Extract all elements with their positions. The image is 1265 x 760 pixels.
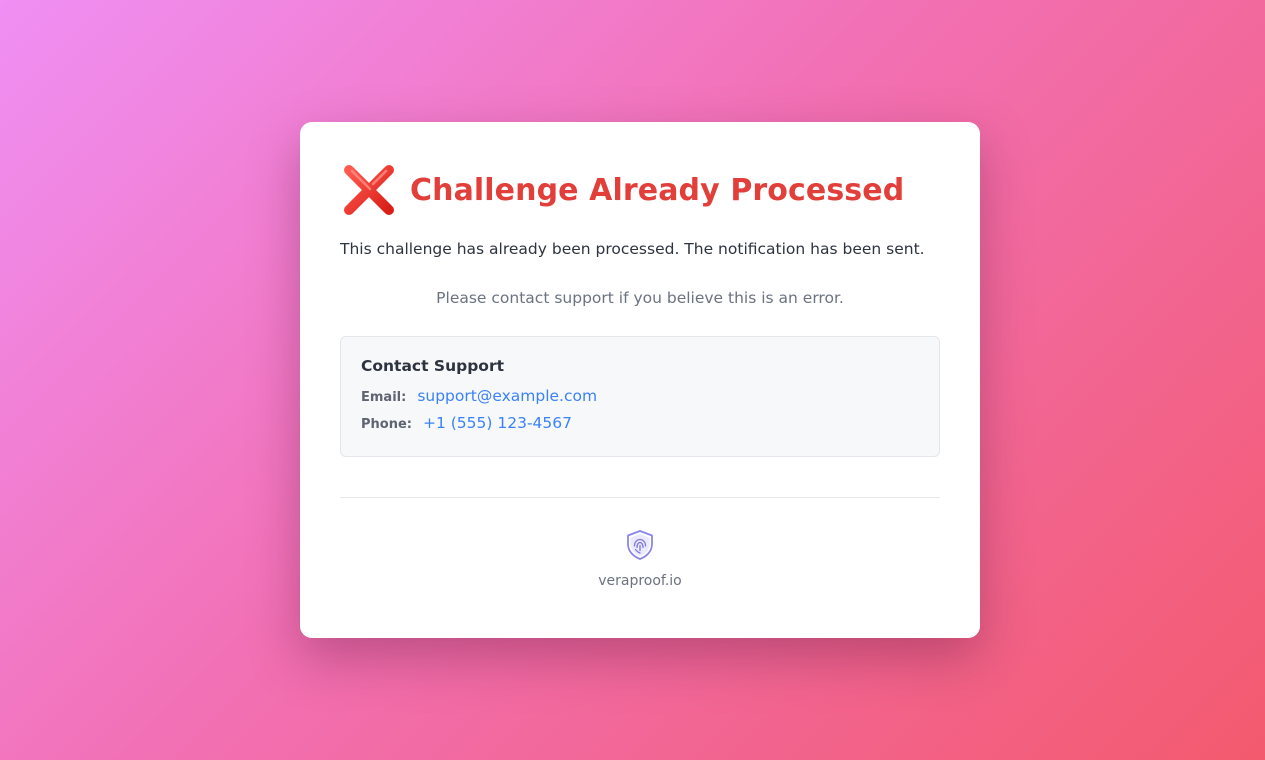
shield-fingerprint-icon <box>627 530 653 560</box>
email-link[interactable]: support@example.com <box>417 387 597 405</box>
phone-label: Phone: <box>361 417 412 432</box>
footer-brand-text: veraproof.io <box>598 573 682 589</box>
support-hint: Please contact support if you believe th… <box>436 289 844 307</box>
title-row: Challenge Already Processed <box>340 162 940 218</box>
phone-row: Phone: +1 (555) 123-4567 <box>361 414 919 432</box>
contact-support-box: Contact Support Email: support@example.c… <box>340 336 940 457</box>
status-card: Challenge Already Processed This challen… <box>300 122 980 638</box>
footer: veraproof.io <box>340 529 940 589</box>
status-message: This challenge has already been processe… <box>340 240 925 258</box>
contact-support-heading: Contact Support <box>361 357 505 375</box>
email-row: Email: support@example.com <box>361 387 919 405</box>
page-title: Challenge Already Processed <box>410 172 905 208</box>
email-label: Email: <box>361 390 407 405</box>
phone-link[interactable]: +1 (555) 123-4567 <box>423 414 572 432</box>
cross-mark-icon <box>344 165 394 215</box>
divider <box>340 497 940 498</box>
